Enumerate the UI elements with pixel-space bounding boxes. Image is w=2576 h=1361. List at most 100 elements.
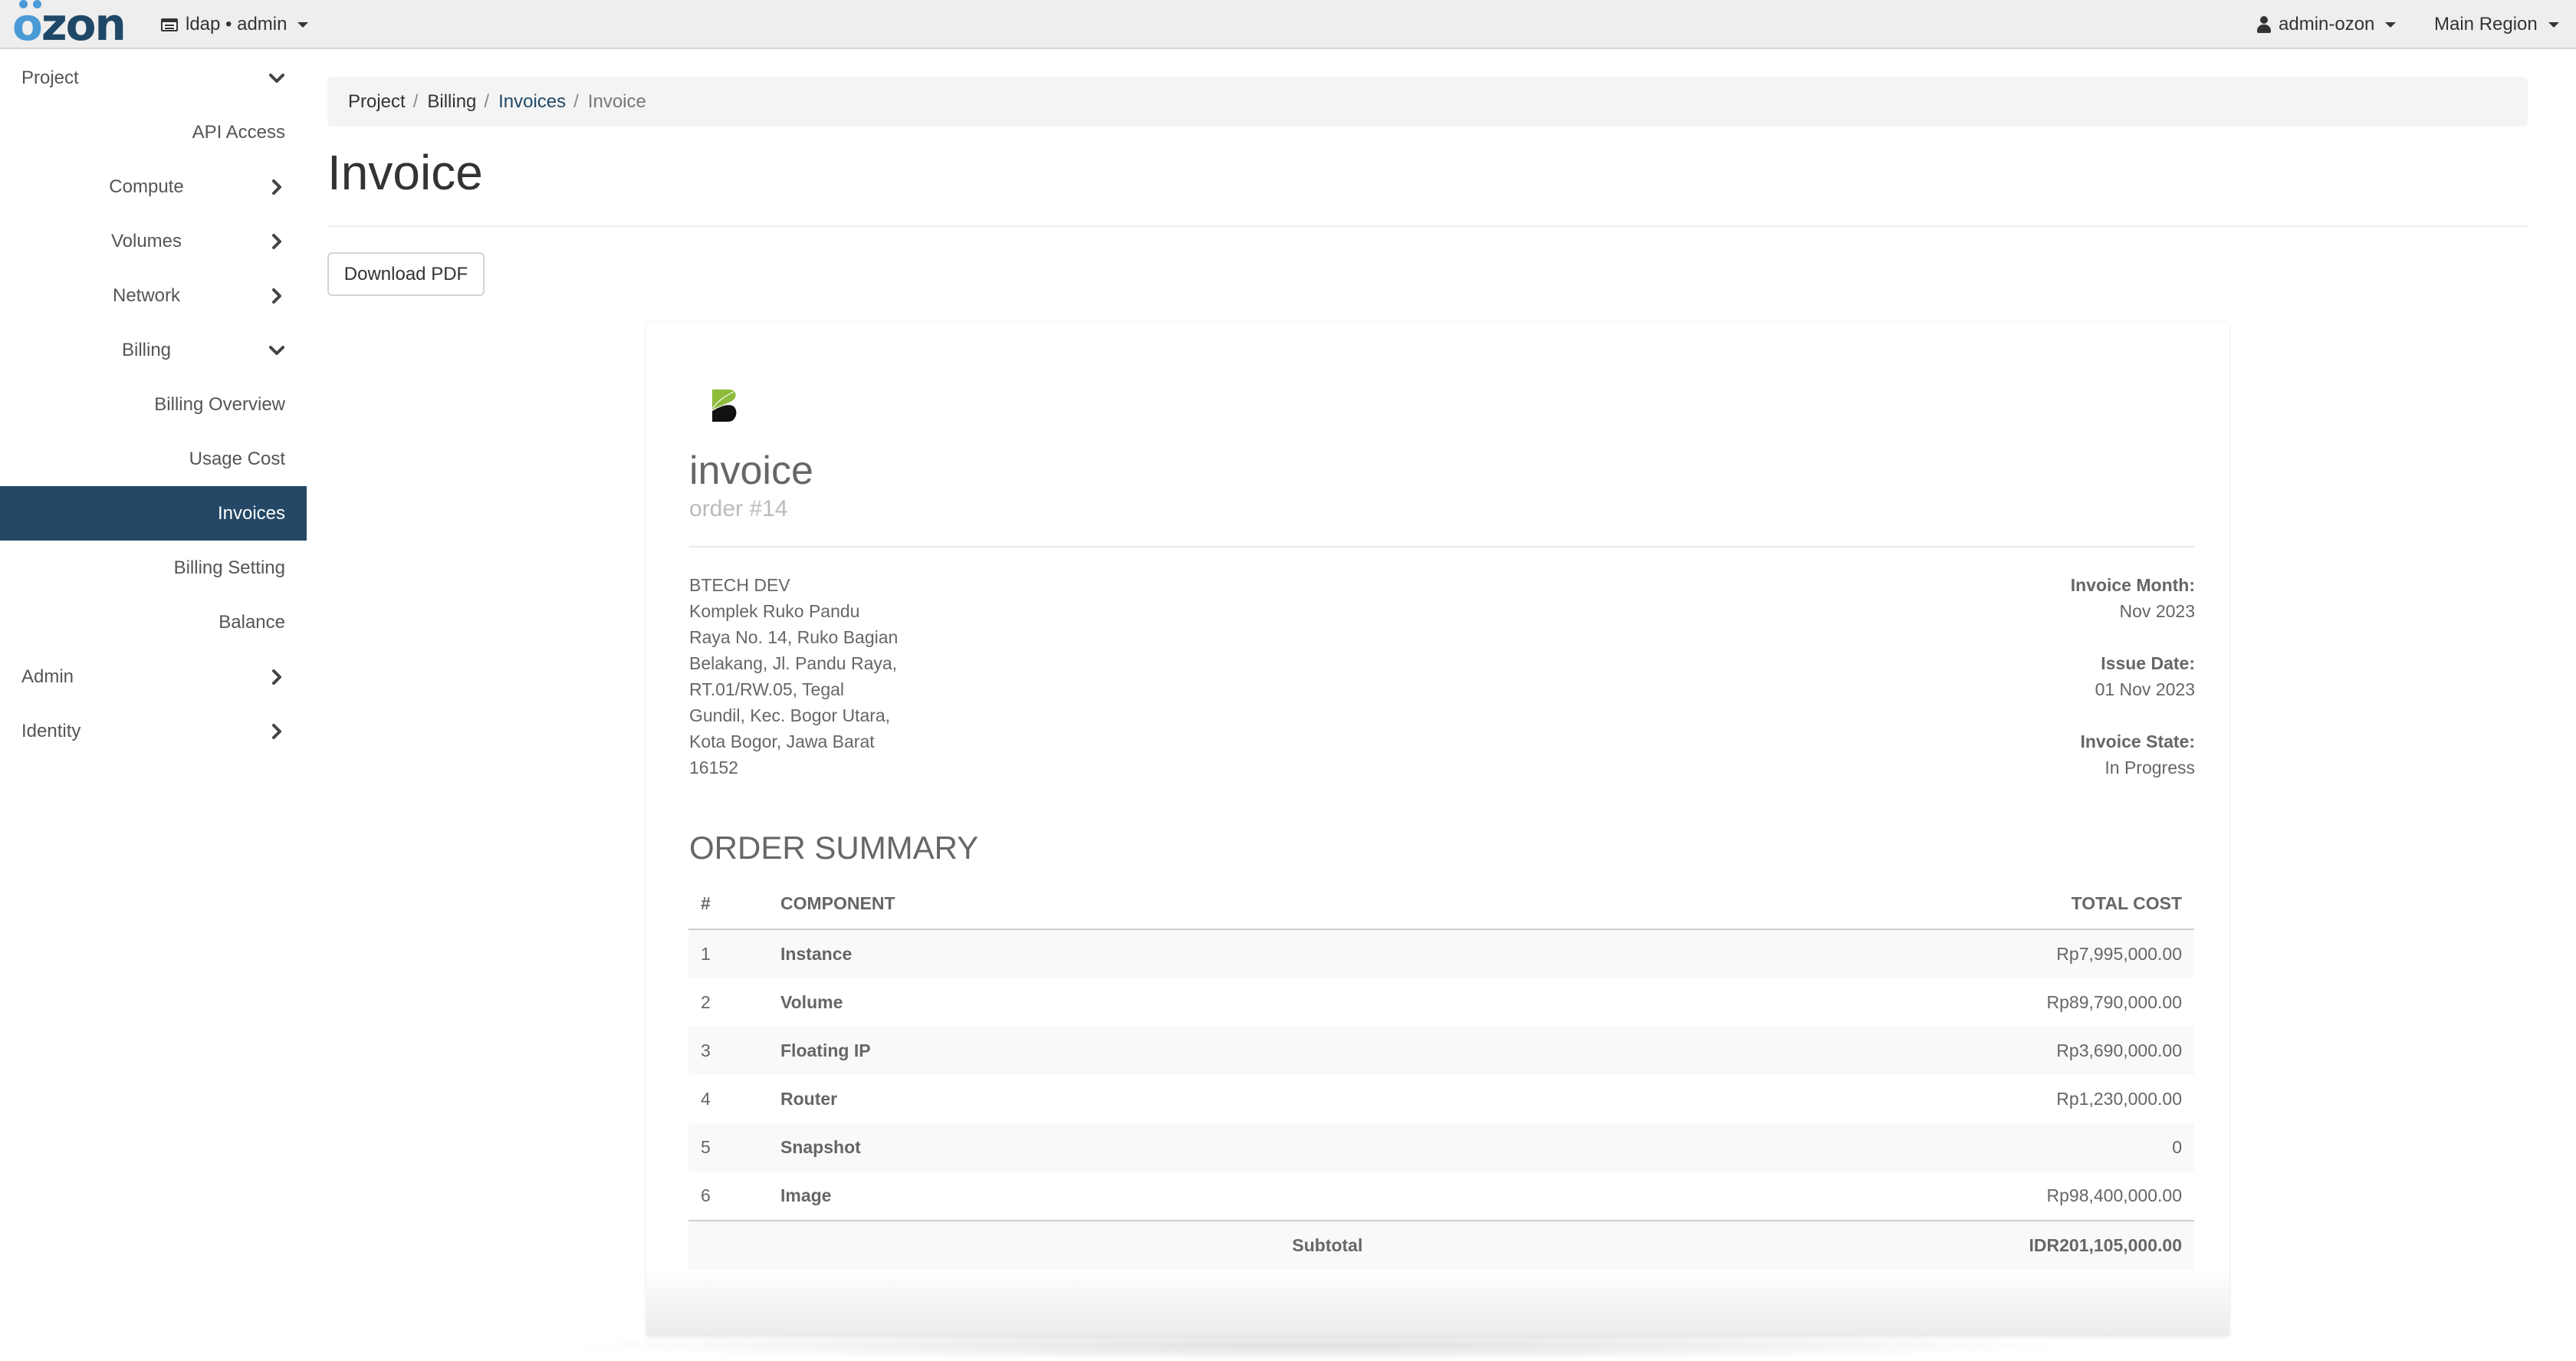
order-summary-title: ORDER SUMMARY — [689, 830, 979, 866]
sidebar-item-label: Identity — [21, 720, 81, 741]
page-title: Invoice — [327, 145, 483, 200]
title-divider — [327, 225, 2528, 227]
table-row: 1 Instance Rp7,995,000.00 — [688, 929, 2194, 978]
row-component: Floating IP — [768, 1027, 1363, 1075]
sidebar-nav: Project API Access Compute Volumes Network Bi… — [0, 51, 307, 758]
project-list-icon — [161, 18, 178, 31]
sidebar-item-label: Invoices — [217, 502, 285, 524]
project-context-label: ldap • admin — [186, 14, 288, 35]
table-row: 4 Router Rp1,230,000.00 — [688, 1075, 2194, 1123]
breadcrumb-separator: / — [484, 90, 490, 112]
chevron-right-icon — [268, 288, 285, 304]
caret-down-icon — [297, 21, 309, 28]
subtotal-value: IDR201,105,000.00 — [1362, 1220, 2194, 1270]
sidebar-item-project[interactable]: Project — [0, 51, 307, 105]
row-total-cost: Rp1,230,000.00 — [2056, 1089, 2182, 1109]
top-navbar: ozon ldap • admin admin-ozon Main Region — [0, 0, 2576, 49]
logo-umlaut-dots — [19, 0, 41, 8]
address-line: Kota Bogor, Jawa Barat — [689, 731, 875, 751]
row-component: Router — [780, 1089, 838, 1109]
sidebar-item-api-access[interactable]: API Access — [0, 105, 307, 159]
address-line: Raya No. 14, Ruko Bagian — [689, 627, 899, 647]
user-icon — [2257, 16, 2271, 33]
project-context-dropdown[interactable]: ldap • admin — [161, 0, 309, 49]
download-pdf-button[interactable]: Download PDF — [327, 252, 485, 296]
breadcrumb-billing[interactable]: Billing — [427, 91, 476, 113]
user-dropdown[interactable]: admin-ozon — [2257, 0, 2397, 49]
row-total-cost: Rp98,400,000.00 — [2046, 1185, 2183, 1205]
sidebar-item-volumes[interactable]: Volumes — [0, 214, 307, 268]
row-number: 6 — [701, 1185, 711, 1205]
sidebar-item-label: Project — [21, 67, 79, 88]
region-label: Main Region — [2434, 14, 2538, 35]
row-total-cost: Rp7,995,000.00 — [1362, 929, 2194, 978]
sidebar-item-label: Compute — [109, 176, 184, 197]
row-total-cost: Rp3,690,000.00 — [1362, 1027, 2194, 1075]
chevron-right-icon — [268, 723, 285, 740]
row-component: Instance — [768, 929, 1363, 978]
region-dropdown[interactable]: Main Region — [2434, 0, 2559, 49]
meta-invoice-state: Invoice State: In Progress — [2071, 728, 2195, 781]
row-component: Image — [780, 1185, 832, 1205]
invoice-heading: invoice — [689, 449, 813, 493]
caret-down-icon — [2385, 21, 2397, 28]
sidebar-item-label: Balance — [219, 611, 285, 633]
sidebar-item-invoices[interactable]: Invoices — [0, 486, 307, 541]
meta-issue-date: Issue Date: 01 Nov 2023 — [2071, 650, 2195, 702]
sidebar-item-admin[interactable]: Admin — [0, 649, 307, 704]
breadcrumb-invoices[interactable]: Invoices — [498, 91, 566, 113]
table-row: 2 Volume Rp89,790,000.00 — [688, 978, 2194, 1027]
meta-value: In Progress — [2104, 758, 2195, 777]
breadcrumb: Project / Billing / Invoices / Invoice — [327, 77, 2528, 127]
row-component: Volume — [780, 992, 843, 1012]
sidebar-item-compute[interactable]: Compute — [0, 159, 307, 214]
chevron-down-icon — [268, 70, 285, 87]
sidebar-item-usage-cost[interactable]: Usage Cost — [0, 432, 307, 486]
row-number: 5 — [688, 1123, 768, 1172]
address-line: BTECH DEV — [689, 575, 790, 595]
user-label: admin-ozon — [2279, 14, 2375, 35]
company-logo-icon — [712, 390, 737, 422]
table-header-row: # COMPONENT TOTAL COST — [688, 878, 2194, 930]
ozon-logo[interactable]: ozon — [12, 0, 127, 51]
sidebar-item-label: Billing — [121, 339, 172, 360]
sidebar-item-label: Billing Overview — [154, 393, 285, 415]
chevron-right-icon — [268, 179, 285, 196]
row-number: 4 — [701, 1089, 711, 1109]
breadcrumb-separator: / — [573, 90, 579, 112]
logo-letters: zon — [41, 0, 127, 51]
sidebar-item-billing-overview[interactable]: Billing Overview — [0, 377, 307, 432]
sidebar-item-label: Billing Setting — [173, 557, 285, 578]
sidebar-item-billing[interactable]: Billing — [0, 323, 307, 377]
meta-label: Invoice State: — [2080, 731, 2195, 751]
caret-down-icon — [2548, 21, 2559, 28]
breadcrumb-invoice-current: Invoice — [587, 90, 646, 112]
row-number: 3 — [688, 1027, 768, 1075]
sidebar-item-identity[interactable]: Identity — [0, 704, 307, 758]
address-line: RT.01/RW.05, Tegal — [689, 679, 845, 699]
meta-invoice-month: Invoice Month: Nov 2023 — [2071, 572, 2195, 624]
breadcrumb-project[interactable]: Project — [348, 91, 406, 113]
meta-value: 01 Nov 2023 — [2095, 679, 2195, 699]
sidebar-item-label: Admin — [21, 666, 74, 687]
address-line: Komplek Ruko Pandu — [689, 601, 860, 621]
billing-address: BTECH DEV Komplek Ruko Pandu Raya No. 14, … — [689, 572, 898, 781]
row-number: 1 — [688, 929, 768, 978]
sidebar-item-label: Network — [112, 284, 181, 306]
address-line: Gundil, Kec. Bogor Utara, — [689, 705, 891, 725]
address-line: Belakang, Jl. Pandu Raya, — [689, 653, 898, 673]
order-summary-table: # COMPONENT TOTAL COST 1 Instance Rp7,995,… — [688, 878, 2194, 1270]
sidebar-item-balance[interactable]: Balance — [0, 595, 307, 649]
meta-label: Invoice Month: — [2070, 575, 2195, 595]
address-line: 16152 — [689, 758, 738, 777]
invoice-meta: Invoice Month: Nov 2023 Issue Date: 01 Nov … — [2071, 572, 2195, 807]
breadcrumb-separator: / — [412, 90, 419, 112]
table-row: 6 Image Rp98,400,000.00 — [688, 1172, 2194, 1221]
row-number: 2 — [701, 992, 711, 1012]
row-total-cost: Rp89,790,000.00 — [2046, 992, 2183, 1012]
sidebar-item-billing-setting[interactable]: Billing Setting — [0, 541, 307, 595]
chevron-down-icon — [268, 342, 285, 359]
column-header-total-cost: TOTAL COST — [1362, 878, 2194, 930]
meta-label: Issue Date: — [2101, 653, 2195, 673]
sidebar-item-network[interactable]: Network — [0, 268, 307, 323]
